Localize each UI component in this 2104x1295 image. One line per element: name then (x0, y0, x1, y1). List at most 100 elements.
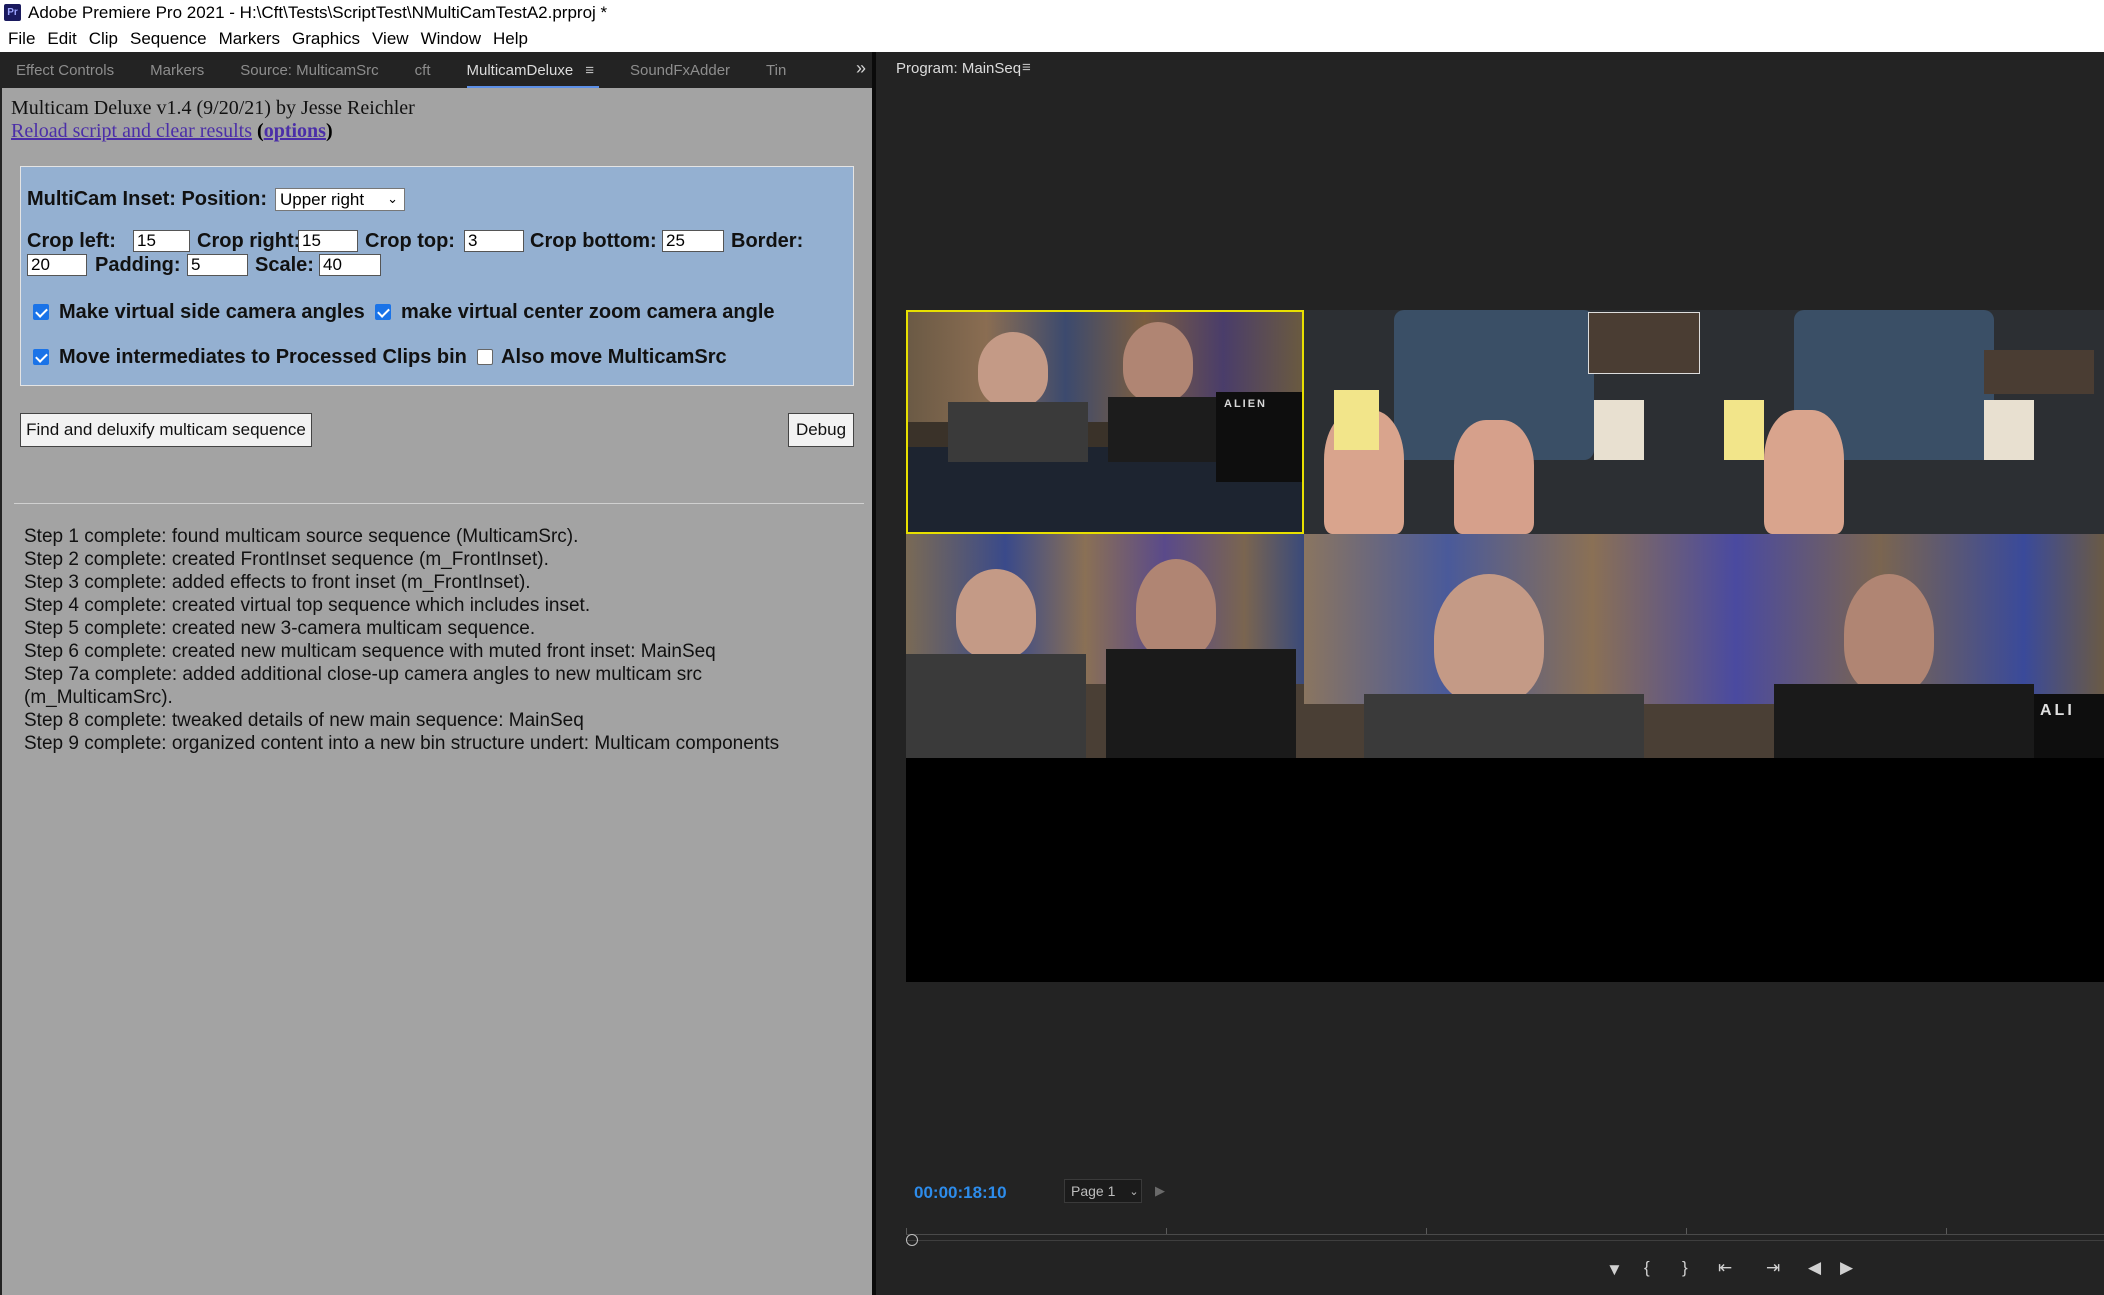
camera-angle-1[interactable]: ALIEN (906, 310, 1304, 534)
scrub-track[interactable] (906, 1240, 2104, 1241)
inset-thumbnail (1588, 312, 1700, 374)
mark-in-icon[interactable]: { (1644, 1258, 1650, 1278)
person-head-image (1844, 574, 1934, 694)
menu-window[interactable]: Window (421, 29, 481, 49)
ruler-tick (1426, 1228, 1427, 1234)
position-select[interactable]: Upper right ⌄ (275, 188, 405, 211)
menu-edit[interactable]: Edit (47, 29, 76, 49)
padding-label: Padding: (95, 254, 181, 276)
step-line: Step 2 complete: created FrontInset sequ… (24, 549, 549, 570)
shirt-image (906, 654, 1086, 758)
camera-angle-3[interactable] (1704, 310, 2104, 534)
step-line: Step 4 complete: created virtual top seq… (24, 595, 591, 616)
crop-left-label: Crop left: (27, 230, 116, 252)
panel-menu-icon[interactable]: ≡ (585, 62, 594, 79)
step-line: Step 6 complete: created new multicam se… (24, 641, 716, 662)
tab-tin[interactable]: Tin (766, 62, 786, 79)
tab-soundfxadder[interactable]: SoundFxAdder (630, 62, 730, 79)
menu-clip[interactable]: Clip (89, 29, 118, 49)
menu-graphics[interactable]: Graphics (292, 29, 360, 49)
card-image (1984, 400, 2034, 460)
shirt-image (1364, 694, 1644, 758)
mark-out-icon[interactable]: } (1682, 1258, 1688, 1278)
border-input[interactable]: 20 (27, 254, 87, 276)
shirt-image (1774, 684, 2034, 758)
tab-effect-controls[interactable]: Effect Controls (16, 62, 114, 79)
page-select[interactable]: Page 1 ⌄ (1064, 1179, 1142, 1203)
shirt-image (1106, 649, 1296, 758)
person-head-image (1136, 559, 1216, 659)
find-deluxify-button[interactable]: Find and deluxify multicam sequence (20, 413, 312, 447)
tab-multicamdeluxe[interactable]: MulticamDeluxe (466, 62, 599, 88)
alien-game-box: ALIEN (1216, 392, 1302, 482)
person-head-image (956, 569, 1036, 659)
add-marker-icon[interactable]: ▼ (1606, 1260, 1623, 1280)
menu-bar: File Edit Clip Sequence Markers Graphics… (0, 25, 2104, 53)
multicam-deluxe-panel: Multicam Deluxe v1.4 (9/20/21) by Jesse … (2, 88, 873, 1295)
menu-markers[interactable]: Markers (219, 29, 280, 49)
go-to-in-icon[interactable]: ⇤ (1718, 1258, 1732, 1278)
side-angles-label: Make virtual side camera angles (59, 301, 365, 323)
menu-view[interactable]: View (372, 29, 409, 49)
menu-file[interactable]: File (8, 29, 35, 49)
also-move-label: Also move MulticamSrc (501, 346, 727, 368)
move-intermediates-checkbox[interactable] (33, 349, 49, 365)
note-card-image (1724, 400, 1764, 460)
crop-right-input[interactable]: 15 (298, 230, 358, 252)
photo-image (1984, 350, 2094, 394)
crop-bottom-label: Crop bottom: (530, 230, 657, 252)
hand-image (1764, 410, 1844, 534)
options-box: MultiCam Inset: Position: Upper right ⌄ … (20, 166, 854, 386)
crop-left-input[interactable]: 15 (133, 230, 190, 252)
play-icon[interactable]: ▶ (1840, 1258, 1853, 1278)
go-to-out-icon[interactable]: ⇥ (1766, 1258, 1780, 1278)
camera-angle-4[interactable] (906, 534, 1304, 758)
side-angles-checkbox[interactable] (33, 304, 49, 320)
ruler-tick (1686, 1228, 1687, 1234)
left-tab-bar: Effect Controls Markers Source: Multicam… (0, 52, 872, 88)
plugin-heading: Multicam Deluxe v1.4 (9/20/21) by Jesse … (11, 97, 415, 119)
chevron-overflow-icon[interactable]: » (856, 58, 866, 79)
scale-input[interactable]: 40 (319, 254, 381, 276)
ruler-line (906, 1234, 2104, 1235)
move-intermediates-label: Move intermediates to Processed Clips bi… (59, 346, 467, 368)
options-paren-open: ( (257, 120, 264, 142)
crop-bottom-input[interactable]: 25 (662, 230, 724, 252)
debug-button[interactable]: Debug (788, 413, 854, 447)
person-head-image (978, 332, 1048, 407)
program-monitor: Program: MainSeq ≡ ALIEN ALI 00:00:18:10… (876, 52, 2104, 1295)
menu-help[interactable]: Help (493, 29, 528, 49)
step-line: Step 3 complete: added effects to front … (24, 572, 531, 593)
tab-markers[interactable]: Markers (150, 62, 204, 79)
center-zoom-checkbox[interactable] (375, 304, 391, 320)
padding-input[interactable]: 5 (187, 254, 248, 276)
multicam-video-grid[interactable]: ALIEN ALI (906, 310, 2104, 982)
camera-angle-2[interactable] (1304, 310, 1704, 534)
chevron-down-icon: ⌄ (387, 191, 398, 206)
bookshelf-image (1304, 534, 2104, 704)
crop-top-input[interactable]: 3 (464, 230, 524, 252)
tab-program-mainseq[interactable]: Program: MainSeq (896, 60, 1021, 77)
options-link[interactable]: options (264, 120, 326, 142)
ruler-tick (1946, 1228, 1947, 1234)
premiere-app-icon: Pr (4, 4, 21, 21)
position-select-value: Upper right (280, 189, 365, 209)
reload-link[interactable]: Reload script and clear results (11, 120, 252, 142)
tab-cft[interactable]: cft (415, 62, 431, 79)
step-line: Step 5 complete: created new 3-camera mu… (24, 618, 536, 639)
program-panel-menu-icon[interactable]: ≡ (1022, 59, 1031, 76)
camera-angle-5[interactable]: ALI (1304, 534, 2104, 758)
play-indicator-icon: ▶ (1155, 1183, 1165, 1198)
card-image (1594, 400, 1644, 460)
time-ruler[interactable] (906, 1222, 2104, 1242)
tab-source[interactable]: Source: MulticamSrc (240, 62, 378, 79)
menu-sequence[interactable]: Sequence (130, 29, 207, 49)
step-line: Step 7a complete: added additional close… (24, 664, 703, 708)
step-line: Step 8 complete: tweaked details of new … (24, 710, 584, 731)
inset-position-label: MultiCam Inset: Position: (27, 188, 267, 210)
title-bar: Pr Adobe Premiere Pro 2021 - H:\Cft\Test… (0, 0, 2104, 25)
playhead[interactable] (906, 1234, 918, 1246)
timecode[interactable]: 00:00:18:10 (914, 1183, 1007, 1203)
step-back-icon[interactable]: ◀ (1808, 1258, 1821, 1278)
also-move-checkbox[interactable] (477, 349, 493, 365)
